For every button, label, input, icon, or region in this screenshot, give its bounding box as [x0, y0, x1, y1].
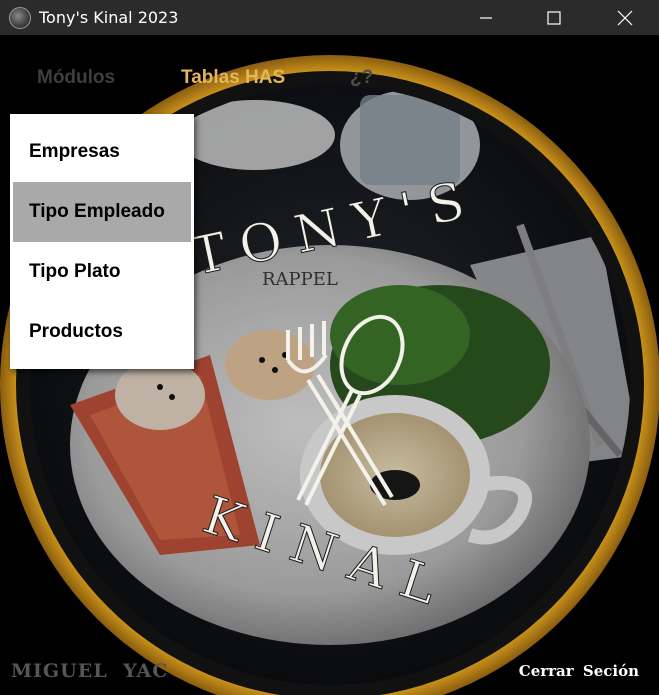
menu-tablas-has[interactable]: Tablas HAS [181, 67, 285, 89]
minimize-button[interactable] [457, 0, 515, 35]
menu-item-tipo-plato[interactable]: Tipo Plato [13, 242, 191, 302]
menu-modulos[interactable]: Módulos [37, 67, 115, 89]
tablas-dropdown-menu: Empresas Tipo Empleado Tipo Plato Produc… [10, 114, 194, 369]
menu-bar: Módulos Tablas HAS ¿? [0, 35, 659, 115]
menu-item-empresas[interactable]: Empresas [13, 122, 191, 182]
maximize-button[interactable] [525, 0, 583, 35]
logout-button[interactable]: Cerrar Seción [519, 662, 639, 680]
app-window: Tony's Kinal 2023 RAPPEL TONY'S KINAL Mó… [0, 0, 659, 695]
title-bar: Tony's Kinal 2023 [0, 0, 659, 35]
minimize-icon [480, 16, 492, 19]
app-logo-icon [9, 6, 31, 29]
maximize-icon [547, 10, 561, 25]
author-label: MIGUEL YAC [11, 660, 169, 682]
menu-help[interactable]: ¿? [350, 67, 373, 89]
close-button[interactable] [596, 0, 654, 35]
window-title: Tony's Kinal 2023 [39, 8, 179, 27]
close-icon [617, 10, 633, 25]
menu-item-tipo-empleado[interactable]: Tipo Empleado [13, 182, 191, 242]
menu-item-productos[interactable]: Productos [13, 302, 191, 362]
